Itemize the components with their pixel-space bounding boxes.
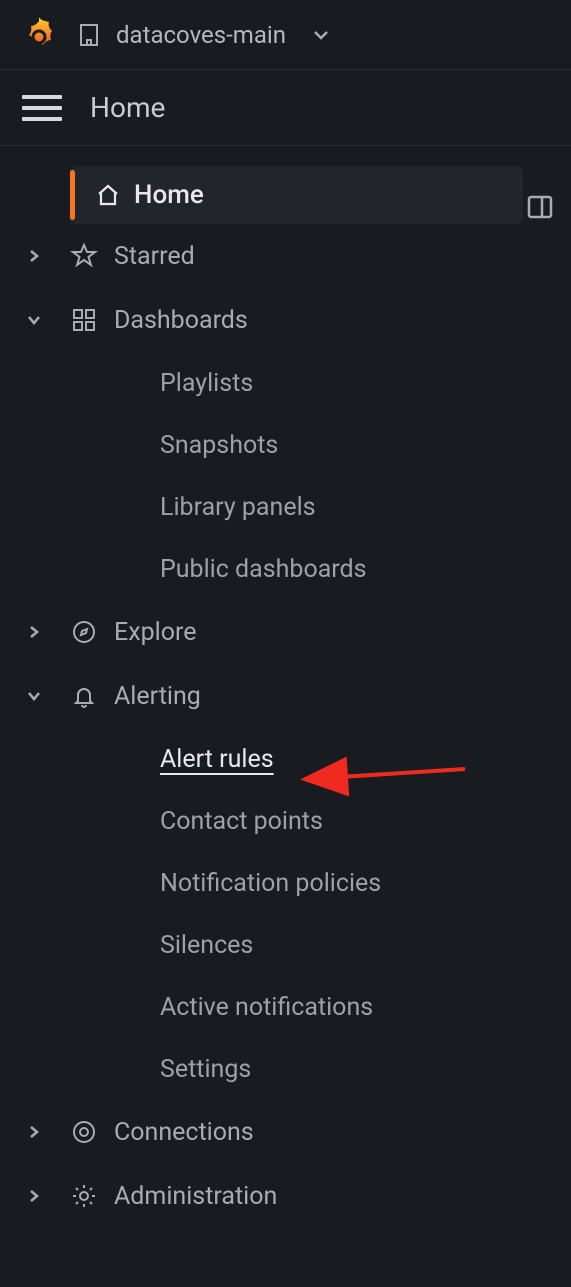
dock-panel-button[interactable] <box>521 188 559 226</box>
nav-sub-settings[interactable]: Settings <box>0 1038 571 1100</box>
org-switcher[interactable]: datacoves-main <box>76 21 334 49</box>
chevron-down-icon <box>308 22 334 48</box>
compass-icon <box>54 619 114 645</box>
nav-label: Silences <box>160 931 253 960</box>
chevron-right-icon <box>14 1188 54 1204</box>
nav-label: Public dashboards <box>160 555 367 584</box>
nav-label: Contact points <box>160 807 323 836</box>
nav-item-dashboards[interactable]: Dashboards <box>0 288 571 352</box>
nav-item-alerting[interactable]: Alerting <box>0 664 571 728</box>
nav-item-administration[interactable]: Administration <box>0 1164 571 1228</box>
nav-item-connections[interactable]: Connections <box>0 1100 571 1164</box>
nav-label: Alert rules <box>160 745 274 774</box>
nav-sub-public-dashboards[interactable]: Public dashboards <box>0 538 571 600</box>
nav-label: Snapshots <box>160 431 278 460</box>
chevron-right-icon <box>14 1124 54 1140</box>
gear-icon <box>54 1183 114 1209</box>
nav-label: Settings <box>160 1055 251 1084</box>
nav-sub-library-panels[interactable]: Library panels <box>0 476 571 538</box>
nav-label: Notification policies <box>160 869 381 898</box>
bell-icon <box>54 683 114 709</box>
nav-sub-contact-points[interactable]: Contact points <box>0 790 571 852</box>
chevron-right-icon <box>14 624 54 640</box>
nav-sub-playlists[interactable]: Playlists <box>0 352 571 414</box>
nav-label: Alerting <box>114 682 201 711</box>
nav-label: Administration <box>114 1182 277 1211</box>
nav-sub-snapshots[interactable]: Snapshots <box>0 414 571 476</box>
star-icon <box>54 243 114 269</box>
nav-label: Dashboards <box>114 306 248 335</box>
chevron-right-icon <box>14 248 54 264</box>
org-name: datacoves-main <box>116 21 286 49</box>
nav-label: Playlists <box>160 369 253 398</box>
nav-sub-alert-rules[interactable]: Alert rules <box>0 728 571 790</box>
menu-toggle-button[interactable] <box>22 88 62 128</box>
nav-item-explore[interactable]: Explore <box>0 600 571 664</box>
nav-label: Explore <box>114 618 196 647</box>
sidebar-nav: Home Starred Dashboards Playlists Snapsh… <box>0 146 571 1228</box>
grafana-logo-icon[interactable] <box>20 15 58 55</box>
breadcrumb-bar: Home <box>0 70 571 146</box>
nav-label: Starred <box>114 242 195 271</box>
topbar: datacoves-main <box>0 0 571 70</box>
nav-sub-silences[interactable]: Silences <box>0 914 571 976</box>
nav-label: Connections <box>114 1118 254 1147</box>
home-icon <box>82 182 134 208</box>
building-icon <box>76 22 102 48</box>
chevron-down-icon <box>14 314 54 326</box>
link-icon <box>54 1119 114 1145</box>
chevron-down-icon <box>14 690 54 702</box>
apps-icon <box>54 307 114 333</box>
nav-item-home[interactable]: Home <box>70 166 523 224</box>
nav-label: Home <box>134 180 204 210</box>
page-title: Home <box>90 91 165 124</box>
nav-label: Active notifications <box>160 993 373 1022</box>
nav-item-starred[interactable]: Starred <box>0 224 571 288</box>
nav-sub-notification-policies[interactable]: Notification policies <box>0 852 571 914</box>
nav-label: Library panels <box>160 493 316 522</box>
nav-sub-active-notifications[interactable]: Active notifications <box>0 976 571 1038</box>
